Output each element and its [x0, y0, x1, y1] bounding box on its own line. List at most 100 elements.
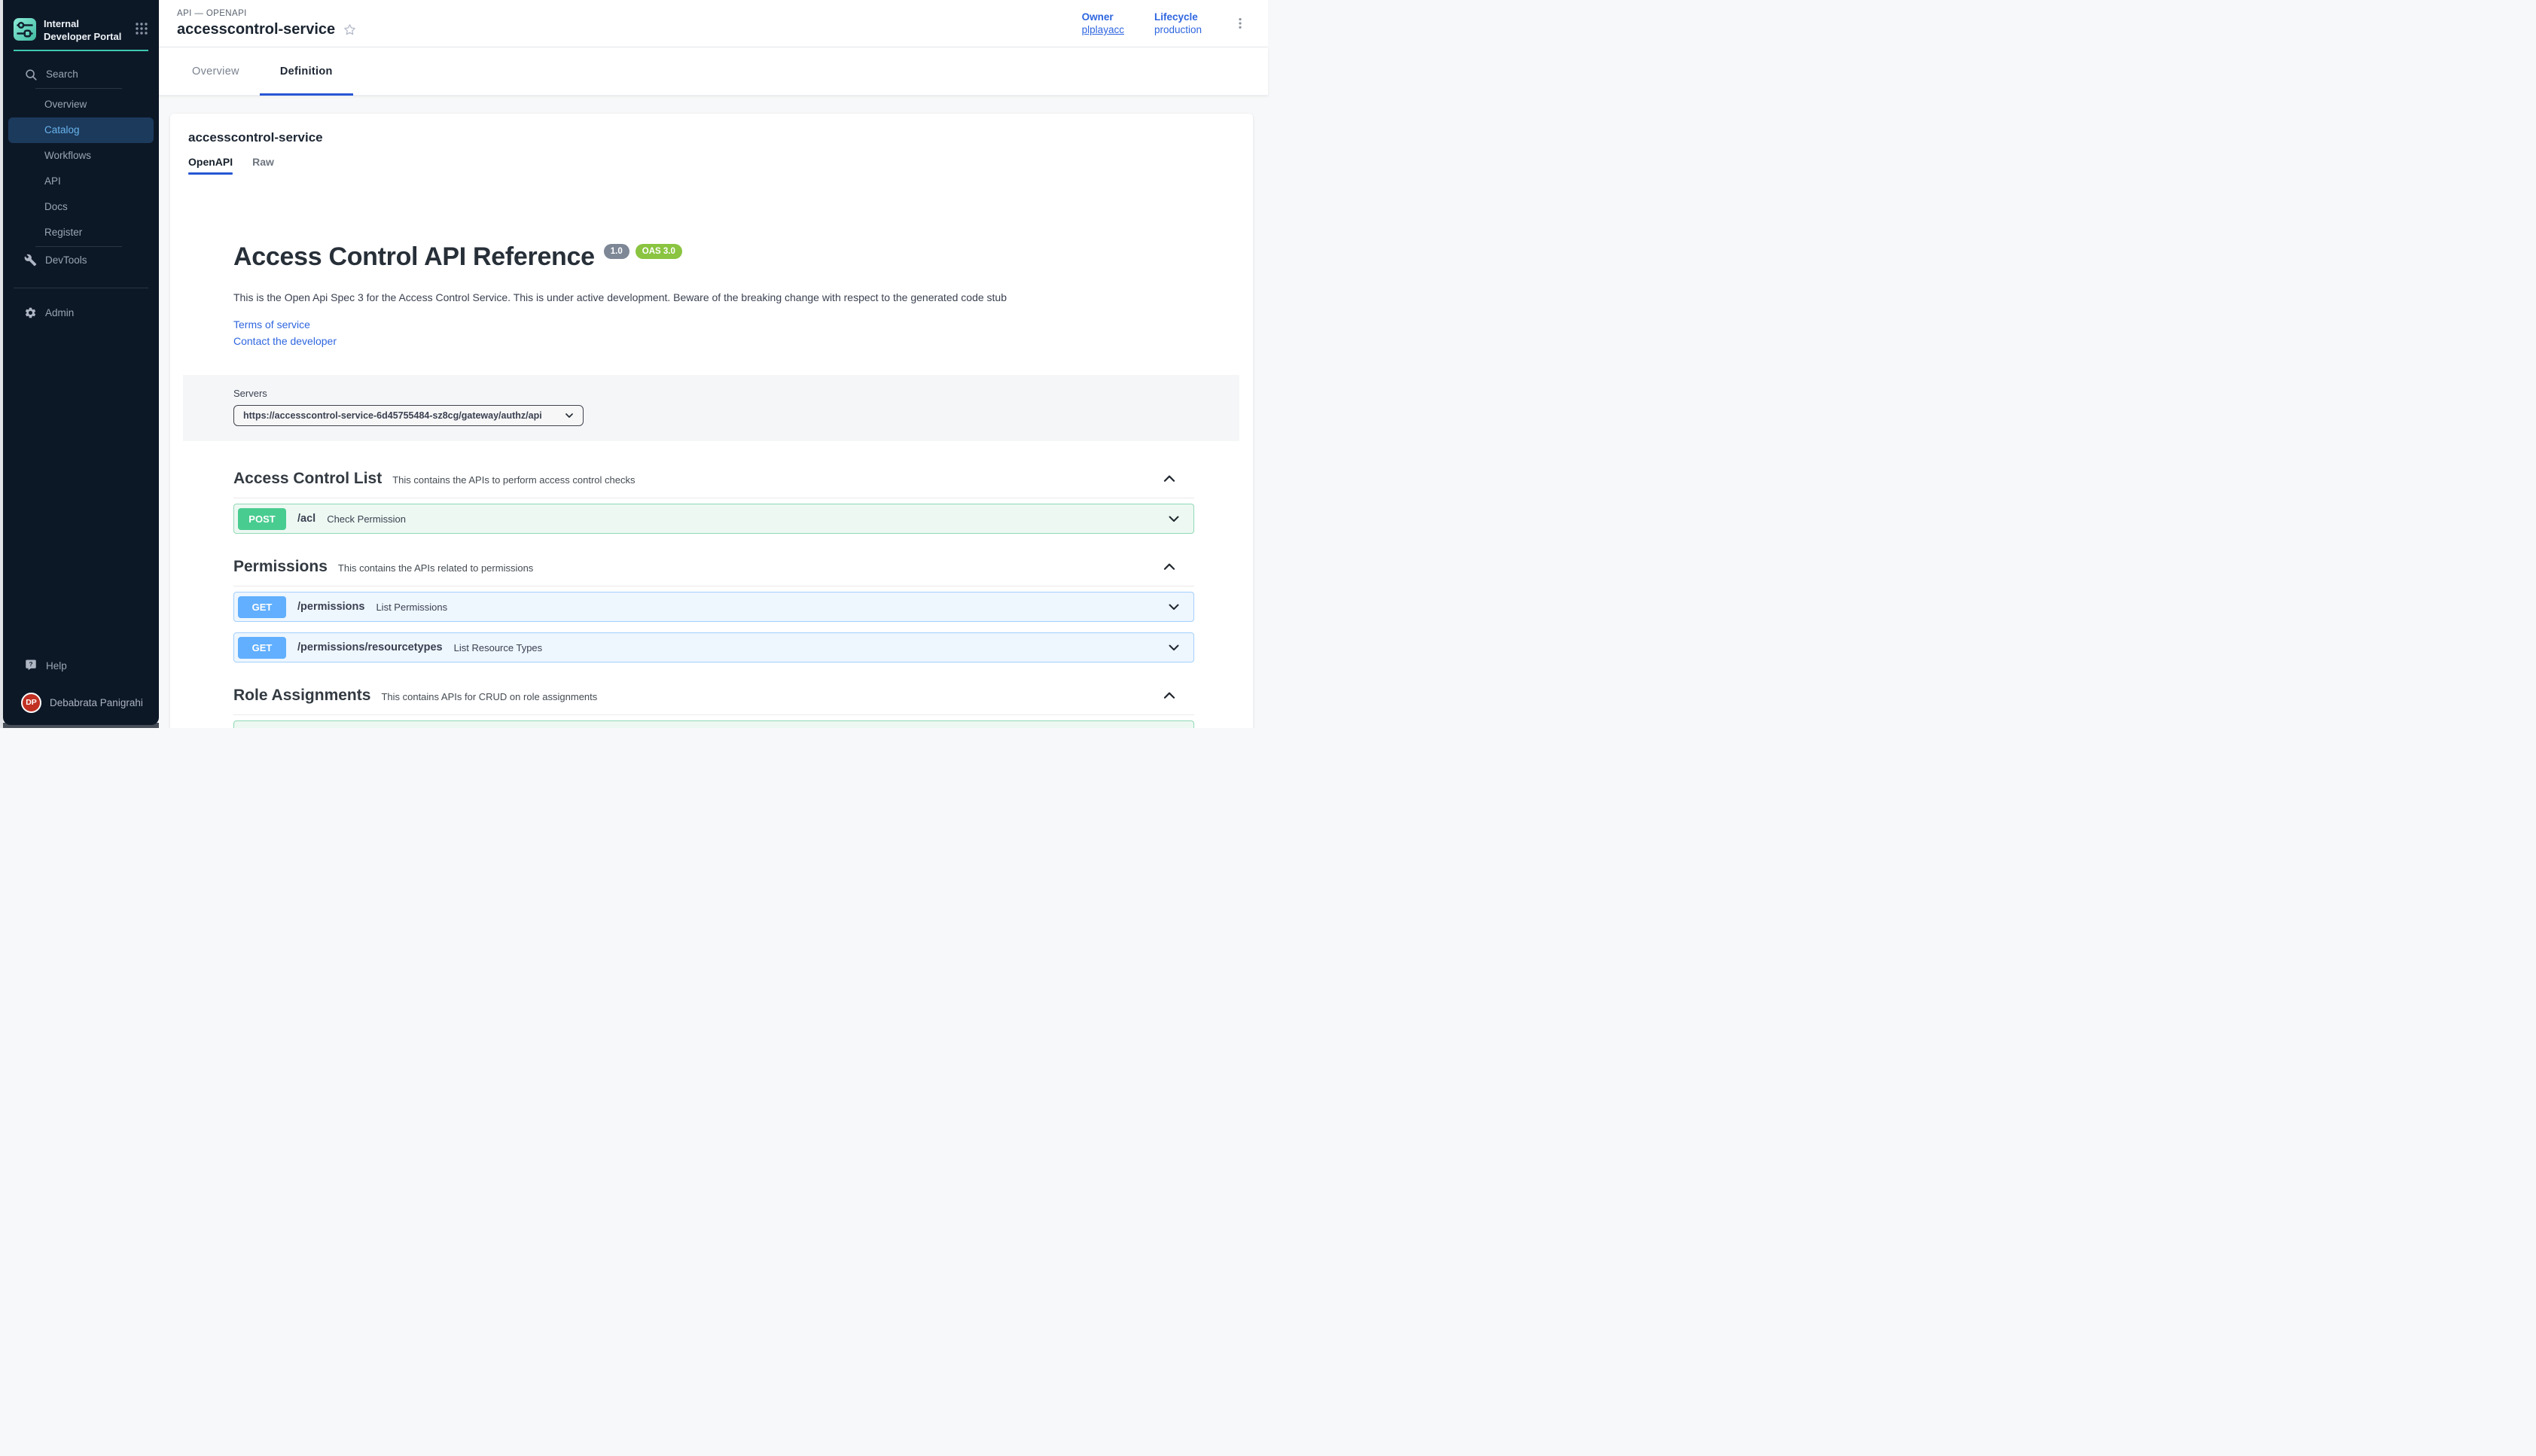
breadcrumb: API — OPENAPI	[177, 9, 357, 18]
section-header[interactable]: Role Assignments This contains APIs for …	[233, 685, 1194, 706]
section-description: This contains the APIs related to permis…	[338, 562, 533, 574]
sidebar-item-label: Overview	[44, 99, 87, 110]
sidebar-item-overview[interactable]: Overview	[3, 92, 159, 117]
api-title: Access Control API Reference	[233, 241, 595, 273]
card-title: accesscontrol-service	[188, 130, 1235, 145]
section-description: This contains the APIs to perform access…	[392, 474, 635, 486]
section-divider	[233, 714, 1194, 715]
divider	[35, 88, 122, 89]
section-header[interactable]: Permissions This contains the APIs relat…	[233, 556, 1194, 577]
chevron-down-icon[interactable]	[1166, 599, 1181, 614]
sidebar-item-label: Catalog	[44, 124, 80, 136]
chevron-up-icon[interactable]	[1161, 559, 1178, 575]
sidebar-item-admin[interactable]: Admin	[3, 300, 159, 326]
operation-summary: List Permissions	[376, 602, 447, 613]
sidebar-item-label: DevTools	[45, 254, 87, 266]
sidebar-item-label: Workflows	[44, 150, 91, 161]
operation-row--acl[interactable]: POST /acl Check Permission	[233, 504, 1194, 534]
owner-label: Owner	[1082, 11, 1124, 23]
definition-card: accesscontrol-service OpenAPI Raw Access…	[170, 114, 1253, 728]
sidebar: Internal Developer Portal Search Overvie…	[3, 0, 159, 725]
user-name: Debabrata Panigrahi	[50, 697, 143, 708]
sidebar-footer: ? Help DP Debabrata Panigrahi	[3, 653, 159, 725]
chevron-up-icon[interactable]	[1161, 687, 1178, 704]
divider	[35, 246, 122, 247]
page-title: accesscontrol-service	[177, 21, 335, 38]
portal-logo-icon[interactable]	[14, 18, 36, 41]
operation-summary: List Resource Types	[454, 642, 543, 653]
sidebar-item-label: Help	[46, 660, 67, 672]
api-section-role-assignments: Role Assignments This contains APIs for …	[233, 685, 1194, 728]
lifecycle-stat: Lifecycle production	[1154, 11, 1202, 35]
servers-panel: Servers https://accesscontrol-service-6d…	[183, 375, 1239, 441]
section-title: Role Assignments	[233, 685, 370, 706]
chevron-up-icon[interactable]	[1161, 471, 1178, 487]
method-badge: POST	[238, 508, 286, 530]
sidebar-accent-rule	[14, 50, 148, 51]
tab-label: Overview	[192, 65, 239, 78]
operation-path: /acl	[297, 513, 315, 525]
sidebar-search-label: Search	[46, 69, 78, 80]
sidebar-item-register[interactable]: Register	[3, 220, 159, 245]
operation-path: /permissions	[297, 601, 364, 613]
section-title: Permissions	[233, 556, 328, 577]
svg-text:?: ?	[29, 661, 32, 668]
wrench-icon	[24, 254, 37, 267]
operation-row--permissions-resourcetypes[interactable]: GET /permissions/resourcetypes List Reso…	[233, 632, 1194, 663]
search-icon	[24, 68, 38, 81]
main-area: API — OPENAPI accesscontrol-service Owne…	[159, 0, 1268, 728]
owner-link[interactable]: plplayacc	[1082, 24, 1124, 35]
sidebar-header: Internal Developer Portal	[3, 0, 159, 51]
chevron-down-icon[interactable]	[1166, 511, 1181, 526]
card-tab-label: Raw	[252, 156, 274, 168]
server-select[interactable]: https://accesscontrol-service-6d45755484…	[233, 405, 584, 426]
sidebar-item-docs[interactable]: Docs	[3, 194, 159, 220]
chevron-down-icon[interactable]	[1166, 640, 1181, 655]
version-badge: 1.0	[604, 244, 629, 259]
tab-definition[interactable]: Definition	[260, 47, 353, 95]
oas-badge: OAS 3.0	[636, 244, 682, 259]
sidebar-item-label: Register	[44, 227, 82, 238]
sidebar-item-label: API	[44, 175, 61, 187]
lifecycle-value: production	[1154, 24, 1202, 35]
operation-path: /permissions/resourcetypes	[297, 641, 443, 653]
sidebar-item-devtools[interactable]: DevTools	[3, 248, 159, 273]
kebab-menu-icon[interactable]	[1232, 15, 1248, 32]
sidebar-item-workflows[interactable]: Workflows	[3, 143, 159, 169]
sidebar-item-catalog[interactable]: Catalog	[8, 117, 154, 143]
sidebar-search[interactable]: Search	[3, 62, 159, 87]
gear-icon	[24, 306, 37, 319]
tab-label: Definition	[280, 65, 333, 78]
server-url: https://accesscontrol-service-6d45755484…	[243, 410, 542, 421]
header-tabs: Overview Definition	[159, 47, 1268, 96]
user-menu[interactable]: DP Debabrata Panigrahi	[3, 687, 159, 717]
api-description: This is the Open Api Spec 3 for the Acce…	[233, 291, 1194, 304]
operation-row-partial[interactable]	[233, 720, 1194, 728]
servers-label: Servers	[233, 388, 1194, 399]
section-header[interactable]: Access Control List This contains the AP…	[233, 468, 1194, 489]
api-section-permissions: Permissions This contains the APIs relat…	[233, 556, 1194, 663]
sidebar-item-api[interactable]: API	[3, 169, 159, 194]
sidebar-nav: Overview Catalog Workflows API Docs Regi…	[3, 92, 159, 245]
card-tab-openapi[interactable]: OpenAPI	[188, 156, 233, 175]
sidebar-item-help[interactable]: ? Help	[3, 653, 159, 678]
tab-overview[interactable]: Overview	[172, 47, 260, 95]
method-badge: GET	[238, 637, 286, 659]
terms-of-service-link[interactable]: Terms of service	[233, 316, 1194, 333]
card-tab-raw[interactable]: Raw	[252, 156, 274, 175]
contact-developer-link[interactable]: Contact the developer	[233, 333, 1194, 349]
section-title: Access Control List	[233, 468, 382, 489]
sidebar-item-label: Admin	[45, 307, 74, 318]
apps-grid-icon[interactable]	[135, 22, 148, 35]
api-section-access-control-list: Access Control List This contains the AP…	[233, 468, 1194, 534]
owner-stat: Owner plplayacc	[1082, 11, 1124, 35]
section-description: This contains APIs for CRUD on role assi…	[381, 691, 597, 702]
operation-row--permissions[interactable]: GET /permissions List Permissions	[233, 592, 1194, 622]
portal-title: Internal Developer Portal	[44, 18, 127, 44]
help-chat-icon: ?	[24, 659, 38, 672]
operations-list: POST /acl Check Permission	[233, 504, 1194, 534]
lifecycle-label: Lifecycle	[1154, 11, 1202, 23]
favorite-star-icon[interactable]	[343, 23, 357, 37]
swagger-ui: Access Control API Reference 1.0 OAS 3.0…	[188, 241, 1235, 728]
api-sections: Access Control List This contains the AP…	[233, 468, 1194, 728]
